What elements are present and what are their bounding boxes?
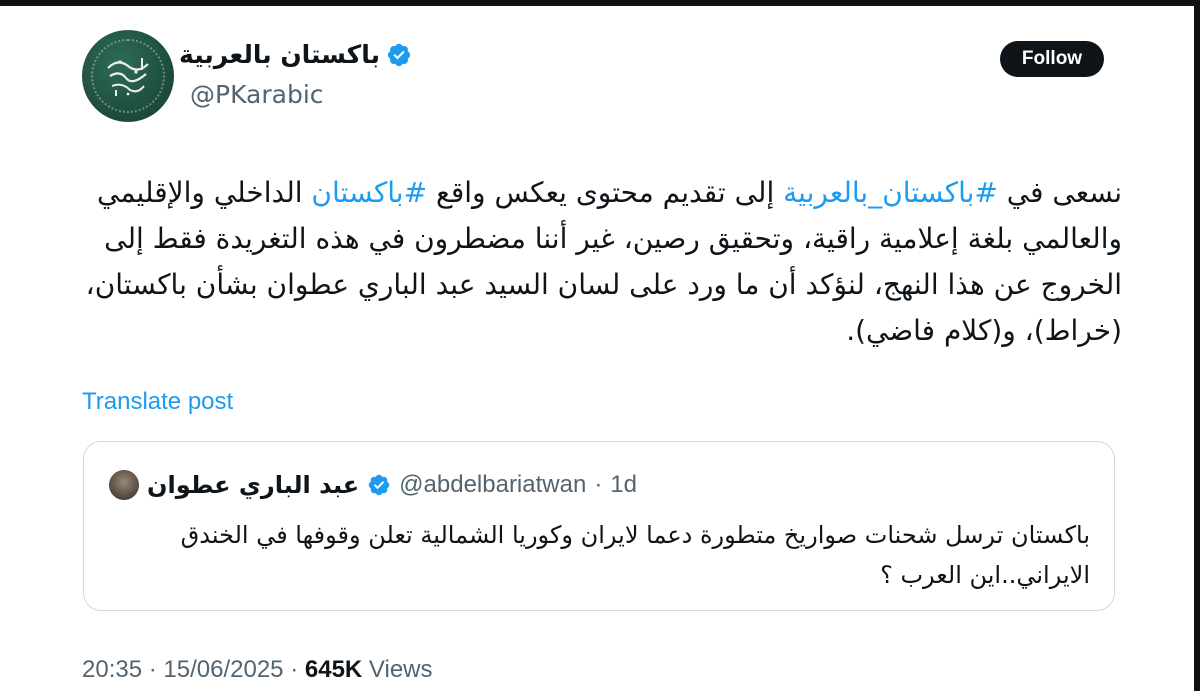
views-label: Views: [368, 656, 433, 683]
quoted-author-handle[interactable]: @abdelbariatwan: [399, 471, 586, 499]
author-avatar[interactable]: [82, 30, 174, 122]
quoted-author-avatar[interactable]: [109, 470, 139, 500]
follow-button[interactable]: Follow: [1000, 41, 1104, 77]
quoted-tweet-age[interactable]: 1d: [610, 471, 637, 499]
hashtag-link[interactable]: #باكستان: [311, 176, 427, 209]
calligraphy-logo-icon: [107, 58, 149, 96]
separator-dot: ·: [290, 656, 305, 683]
tweet-text-segment: إلى تقديم محتوى يعكس واقع: [427, 176, 784, 209]
quoted-author-name[interactable]: عبد الباري عطوان: [147, 471, 359, 499]
tweet-text-segment: نسعى في: [997, 176, 1122, 209]
tweet-date[interactable]: 15/06/2025: [163, 656, 283, 683]
tweet-meta: 20:35 · 15/06/2025 · 645K Views: [82, 656, 433, 684]
quoted-tweet-card[interactable]: عبد الباري عطوان @abdelbariatwan · 1d با…: [83, 441, 1115, 611]
author-name[interactable]: باكستان بالعربية: [179, 40, 380, 69]
verified-badge-icon: [387, 43, 411, 66]
top-frame-edge: [0, 0, 1200, 6]
quoted-tweet-header: عبد الباري عطوان @abdelbariatwan · 1d: [109, 470, 637, 500]
separator-dot: ·: [148, 656, 164, 683]
tweet-text: نسعى في #باكستان_بالعربية إلى تقديم محتو…: [82, 170, 1122, 354]
author-handle[interactable]: @PKarabic: [190, 80, 324, 109]
verified-badge-icon: [368, 474, 390, 496]
separator-dot: ·: [594, 471, 603, 498]
translate-post-link[interactable]: Translate post: [82, 388, 233, 416]
views-count: 645K: [304, 656, 363, 683]
author-name-row[interactable]: باكستان بالعربية: [179, 40, 412, 69]
quoted-tweet-text: باكستان ترسل شحنات صواريخ متطورة دعما لا…: [180, 521, 1090, 589]
hashtag-link[interactable]: #باكستان_بالعربية: [783, 176, 998, 209]
avatar-calligraphy-logo: [91, 39, 165, 113]
tweet-time[interactable]: 20:35: [82, 656, 142, 683]
right-frame-edge: [1194, 0, 1200, 691]
